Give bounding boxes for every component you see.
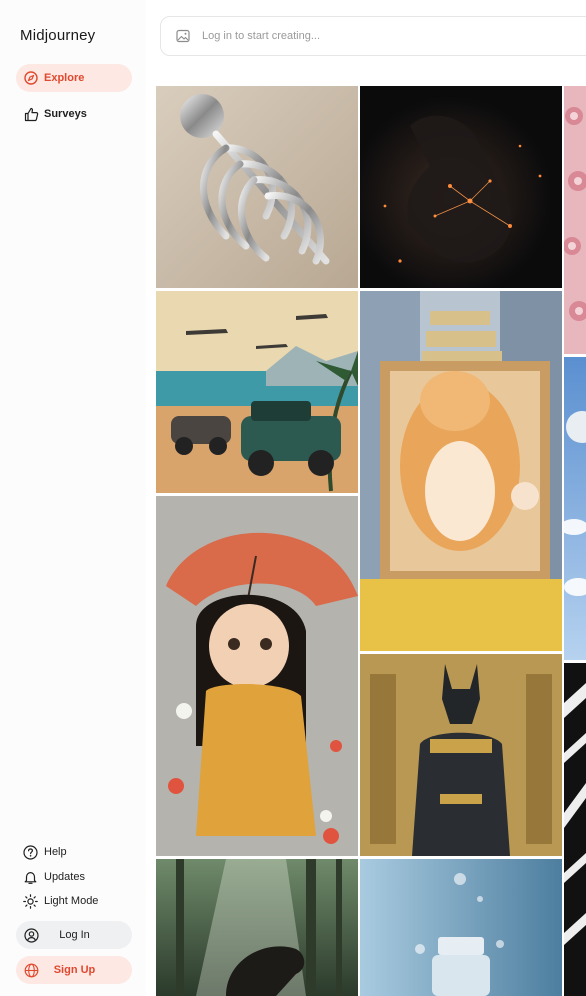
gallery-image-cat-in-box[interactable]	[360, 291, 562, 651]
gallery-image-moon-sky[interactable]	[564, 357, 586, 660]
sidebar-item-surveys[interactable]: Surveys	[16, 100, 132, 128]
gallery-image-chrome-skeleton[interactable]	[156, 86, 358, 288]
sidebar-item-label: Explore	[44, 72, 85, 84]
brand-logo[interactable]: Midjourney	[20, 27, 95, 44]
help-icon	[22, 844, 38, 860]
thumbs-up-icon	[23, 106, 39, 122]
user-circle-icon	[23, 927, 39, 943]
light-mode-toggle[interactable]: Light Mode	[22, 893, 98, 909]
sidebar-item-label: Surveys	[44, 108, 87, 120]
globe-icon	[23, 962, 39, 978]
sun-icon	[22, 893, 38, 909]
gallery-image-anubis-statue[interactable]	[360, 654, 562, 856]
light-mode-label: Light Mode	[44, 895, 99, 907]
help-label: Help	[44, 846, 67, 858]
gallery-image-vintage-beach-car[interactable]	[156, 291, 358, 493]
gallery-image-zebra-pattern[interactable]	[564, 663, 586, 996]
updates-label: Updates	[44, 871, 85, 883]
compass-icon	[23, 70, 39, 86]
sidebar: Midjourney Explore Surveys Help Updates …	[0, 0, 146, 996]
updates-link[interactable]: Updates	[22, 869, 85, 885]
signup-button[interactable]: Sign Up	[16, 956, 132, 984]
gallery-image-forest-horse[interactable]	[156, 859, 358, 996]
bell-icon	[22, 869, 38, 885]
help-link[interactable]: Help	[22, 844, 67, 860]
gallery-image-girl-with-umbrella[interactable]	[156, 496, 358, 856]
gallery-image-pink-roses[interactable]	[564, 86, 586, 354]
gallery-image-bottle-water[interactable]	[360, 859, 562, 996]
prompt-input[interactable]	[200, 29, 504, 43]
signup-label: Sign Up	[53, 964, 96, 976]
gallery-image-glowing-hand[interactable]	[360, 86, 562, 288]
prompt-bar[interactable]	[160, 16, 586, 56]
sidebar-item-explore[interactable]: Explore	[16, 64, 132, 92]
image-icon	[175, 28, 191, 44]
login-label: Log In	[59, 929, 90, 941]
login-button[interactable]: Log In	[16, 921, 132, 949]
